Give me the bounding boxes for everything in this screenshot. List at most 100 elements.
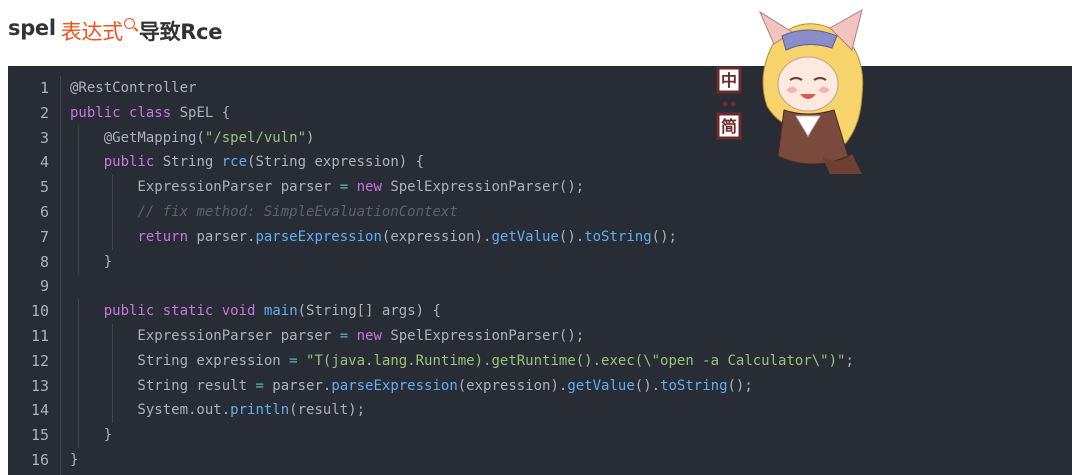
- code-line: String expression = "T(java.lang.Runtime…: [70, 348, 854, 374]
- code-token: (String[] args) {: [297, 303, 441, 320]
- code-token: (expression).: [381, 228, 492, 245]
- code-token: ();: [727, 377, 753, 394]
- code-token: class: [129, 104, 172, 121]
- code-line: System.out.println(result);: [70, 398, 854, 424]
- code-token: new: [356, 179, 382, 196]
- line-number: 13: [30, 376, 49, 395]
- code-token: SpelExpressionParser();: [381, 179, 585, 196]
- code-token: public: [70, 104, 121, 121]
- line-number: 15: [30, 426, 49, 445]
- article-heading: spel 表达式 导致Rce: [8, 16, 223, 46]
- line-number: 5: [39, 178, 49, 197]
- code-token: parser.: [263, 377, 332, 394]
- code-token: @GetMapping(: [70, 129, 205, 146]
- code-token: }: [70, 253, 113, 270]
- code-line: String result = parser.parseExpression(e…: [70, 373, 854, 399]
- code-token: =: [339, 327, 349, 344]
- code-line: // fix method: SimpleEvaluationContext: [70, 199, 854, 225]
- code-token: parser.: [188, 228, 256, 245]
- line-number: 9: [39, 277, 49, 296]
- line-number: 14: [30, 401, 49, 420]
- code-token: String expression: [70, 352, 290, 369]
- line-number: 11: [30, 326, 49, 345]
- heading-suffix: 导致Rce: [138, 20, 223, 44]
- code-token: parseExpression: [331, 377, 458, 394]
- line-number: 7: [39, 227, 49, 246]
- code-token: String result: [70, 377, 256, 394]
- code-token: System.out.: [70, 402, 231, 419]
- code-token: main: [263, 303, 298, 320]
- search-icon[interactable]: [123, 18, 135, 29]
- code-token: ): [306, 129, 315, 146]
- code-token: rce: [221, 154, 248, 171]
- line-number: 3: [39, 128, 49, 147]
- heading-keyword-link[interactable]: 表达式: [61, 16, 123, 46]
- code-token: String: [154, 154, 222, 171]
- code-token: @RestController: [70, 80, 197, 96]
- line-number: 10: [30, 302, 49, 321]
- code-line: }: [70, 448, 854, 473]
- code-token: return: [137, 228, 189, 245]
- code-token: (expression).: [457, 377, 568, 394]
- code-token: SpEL {: [171, 104, 231, 121]
- code-token: =: [289, 352, 298, 369]
- code-token: "/spel/vuln": [204, 129, 307, 146]
- code-line: }: [70, 423, 854, 448]
- code-token: SpelExpressionParser();: [381, 327, 585, 344]
- code-token: (result);: [289, 402, 366, 419]
- mascot-sticker-image: 中 简: [716, 8, 864, 174]
- line-number: 6: [39, 202, 49, 221]
- code-token: getValue: [491, 228, 559, 245]
- code-token: }: [70, 427, 113, 444]
- code-token: =: [255, 377, 264, 394]
- code-token: getValue: [567, 377, 635, 394]
- code-token: ().: [558, 228, 585, 245]
- code-token: ExpressionParser parser: [70, 327, 340, 344]
- code-token: parseExpression: [255, 228, 382, 245]
- code-token: static: [162, 303, 214, 320]
- code-line: }: [70, 249, 854, 275]
- code-token: new: [356, 327, 382, 344]
- line-number: 4: [39, 153, 49, 172]
- code-token: println: [230, 402, 290, 419]
- code-token: ExpressionParser parser: [70, 179, 340, 196]
- line-number-gutter: 1 2 3 4 5 6 7 8 9 10 11 12 13 14 15 16: [8, 76, 61, 475]
- code-block: 1 2 3 4 5 6 7 8 9 10 11 12 13 14 15 16 @RestController p…: [8, 66, 1072, 475]
- code-token: public: [103, 303, 155, 320]
- code-token: ();: [651, 228, 677, 245]
- code-token: toString: [660, 377, 728, 394]
- code-token: }: [70, 451, 79, 468]
- code-token: (String expression) {: [247, 154, 425, 171]
- code-line: return parser.parseExpression(expression…: [70, 224, 854, 250]
- code-line: ExpressionParser parser = new SpelExpres…: [70, 323, 854, 349]
- line-number: 16: [30, 450, 49, 469]
- code-line: public static void main(String[] args) {: [70, 299, 854, 324]
- line-number: 1: [39, 79, 49, 97]
- code-token: // fix method: SimpleEvaluationContext: [137, 203, 458, 220]
- code-token: void: [221, 303, 256, 320]
- code-token: =: [339, 179, 349, 196]
- code-line: ExpressionParser parser = new SpelExpres…: [70, 175, 854, 200]
- line-number: 12: [30, 351, 49, 370]
- code-token: "T(java.lang.Runtime).getRuntime().exec(…: [306, 352, 846, 369]
- code-token: ;: [845, 352, 854, 369]
- svg-text:中: 中: [721, 71, 737, 90]
- code-token: ().: [634, 377, 661, 394]
- svg-text:简: 简: [721, 117, 737, 136]
- code-token: public: [103, 154, 155, 171]
- heading-prefix: spel: [8, 16, 56, 40]
- code-token: toString: [584, 228, 652, 245]
- line-number: 2: [39, 103, 49, 122]
